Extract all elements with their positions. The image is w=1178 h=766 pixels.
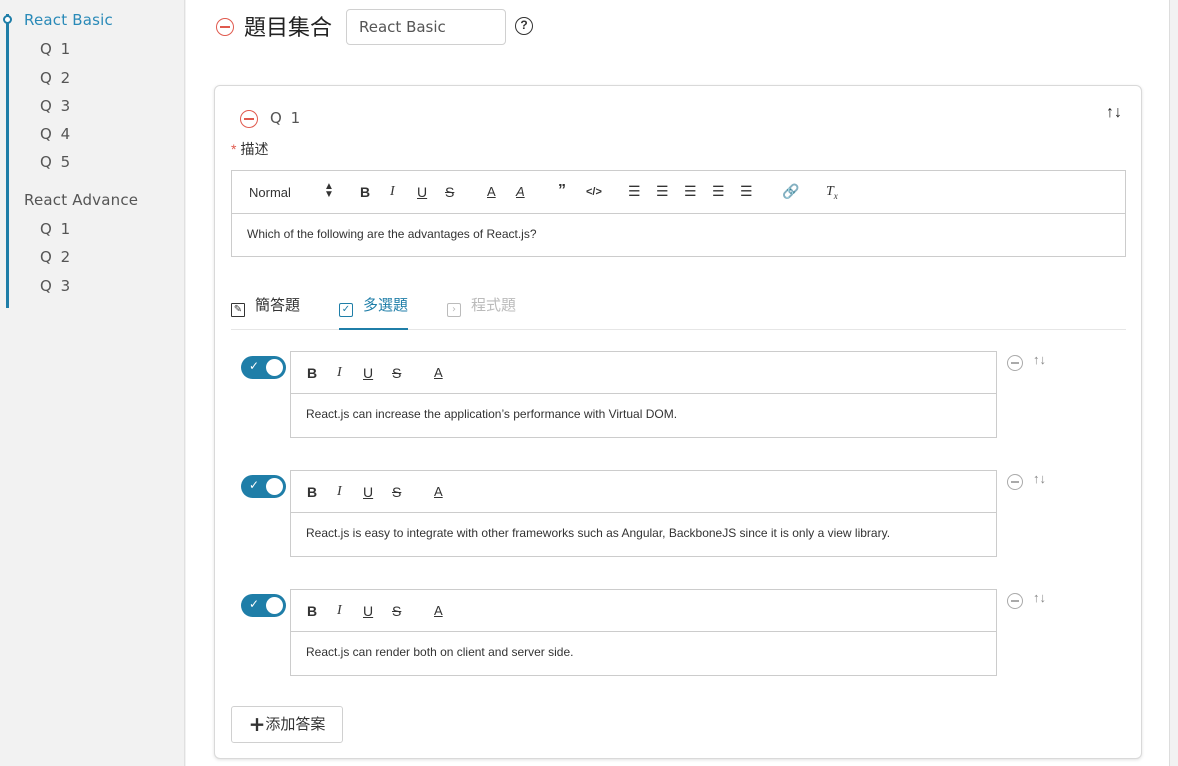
bold-icon[interactable]: B bbox=[307, 603, 317, 619]
edit-icon: ✎ bbox=[231, 303, 245, 317]
bold-icon[interactable]: B bbox=[307, 484, 317, 500]
check-icon: ✓ bbox=[249, 359, 260, 373]
description-label-text: 描述 bbox=[240, 141, 269, 157]
remove-set-icon[interactable] bbox=[216, 18, 234, 36]
ordered-list-icon[interactable]: ☰ bbox=[628, 183, 641, 200]
page-title: 題目集合 bbox=[244, 16, 333, 41]
answer-content[interactable]: React.js can render both on client and s… bbox=[291, 632, 996, 659]
add-answer-button[interactable]: +添加答案 bbox=[231, 706, 343, 743]
sidebar-item-basic-q1[interactable]: Q 1 bbox=[40, 40, 72, 58]
toggle-knob bbox=[266, 478, 283, 495]
sidebar-item-basic-q3[interactable]: Q 3 bbox=[40, 97, 72, 115]
strike-icon[interactable]: S bbox=[392, 603, 401, 619]
text-color-icon[interactable]: A bbox=[434, 484, 443, 499]
tab-label: 簡答題 bbox=[255, 296, 301, 314]
plus-icon: + bbox=[248, 712, 266, 736]
terminal-icon: › bbox=[447, 303, 461, 317]
strike-icon[interactable]: S bbox=[445, 184, 454, 200]
italic-icon[interactable]: I bbox=[390, 184, 395, 200]
answer-editor: B I U S A React.js is easy to integrate … bbox=[290, 470, 997, 557]
sort-icon[interactable]: ↑↓ bbox=[1106, 104, 1122, 122]
question-title: Q 1 bbox=[270, 109, 303, 127]
underline-icon[interactable]: U bbox=[363, 484, 373, 500]
sidebar-set-react-advance[interactable]: React Advance bbox=[24, 191, 138, 209]
description-label: * 描述 bbox=[231, 139, 268, 159]
description-editor: Normal ▲ ▼ B I U S A A ” </> ☰ ☰ ☰ ☰ ☰ 🔗 … bbox=[231, 170, 1126, 257]
answer-editor: B I U S A React.js can render both on cl… bbox=[290, 589, 997, 676]
strike-icon[interactable]: S bbox=[392, 484, 401, 500]
check-icon: ✓ bbox=[249, 478, 260, 492]
editor-toolbar: Normal ▲ ▼ B I U S A A ” </> ☰ ☰ ☰ ☰ ☰ 🔗 … bbox=[232, 171, 1125, 214]
add-answer-label: 添加答案 bbox=[265, 715, 326, 733]
answer-toolbar: B I U S A bbox=[291, 471, 996, 513]
question-card: Q 1 ↑↓ * 描述 Normal ▲ ▼ B I U S A A ” </> ☰… bbox=[214, 85, 1142, 759]
remove-question-icon[interactable] bbox=[240, 110, 258, 128]
sidebar-item-basic-q2[interactable]: Q 2 bbox=[40, 69, 72, 87]
answer-toggle[interactable]: ✓ bbox=[241, 356, 286, 379]
required-mark: * bbox=[231, 141, 237, 157]
sidebar-item-advance-q2[interactable]: Q 2 bbox=[40, 248, 72, 266]
tab-code[interactable]: › 程式題 bbox=[447, 294, 516, 330]
sidebar-item-advance-q3[interactable]: Q 3 bbox=[40, 277, 72, 295]
sort-answer-icon[interactable]: ↑↓ bbox=[1033, 590, 1046, 605]
toggle-knob bbox=[266, 597, 283, 614]
tree-line bbox=[6, 14, 9, 308]
background-color-icon[interactable]: A bbox=[516, 184, 525, 199]
help-icon[interactable]: ? bbox=[515, 17, 533, 35]
link-icon[interactable]: 🔗 bbox=[782, 183, 799, 200]
clear-format-icon[interactable]: Tx bbox=[826, 184, 838, 201]
sidebar-item-advance-q1[interactable]: Q 1 bbox=[40, 220, 72, 238]
align-icon[interactable]: ☰ bbox=[740, 183, 753, 200]
checkbox-icon: ✓ bbox=[339, 303, 353, 317]
answer-toolbar: B I U S A bbox=[291, 590, 996, 632]
question-type-tabs: ✎ 簡答題 ✓ 多選題 › 程式題 bbox=[231, 282, 1126, 330]
code-icon[interactable]: </> bbox=[586, 186, 602, 198]
tab-label: 程式題 bbox=[471, 296, 517, 314]
tree-node-icon bbox=[3, 15, 12, 24]
sidebar-set-react-basic[interactable]: React Basic bbox=[24, 11, 113, 29]
strike-icon[interactable]: S bbox=[392, 365, 401, 381]
text-color-icon[interactable]: A bbox=[487, 184, 496, 199]
answer-content[interactable]: React.js is easy to integrate with other… bbox=[291, 513, 996, 540]
sort-answer-icon[interactable]: ↑↓ bbox=[1033, 352, 1046, 367]
check-icon: ✓ bbox=[249, 597, 260, 611]
indent-icon[interactable]: ☰ bbox=[712, 183, 725, 200]
bold-icon[interactable]: B bbox=[360, 184, 370, 200]
answer-toggle[interactable]: ✓ bbox=[241, 475, 286, 498]
main-panel: 題目集合 React Basic ? Q 1 ↑↓ * 描述 Normal ▲ ▼ … bbox=[186, 0, 1170, 766]
tab-short-answer[interactable]: ✎ 簡答題 bbox=[231, 294, 300, 330]
toggle-knob bbox=[266, 359, 283, 376]
set-name-input[interactable]: React Basic bbox=[346, 9, 506, 45]
remove-answer-icon[interactable] bbox=[1007, 355, 1023, 371]
answer-content[interactable]: React.js can increase the application’s … bbox=[291, 394, 996, 421]
bold-icon[interactable]: B bbox=[307, 365, 317, 381]
remove-answer-icon[interactable] bbox=[1007, 474, 1023, 490]
answer-editor: B I U S A React.js can increase the appl… bbox=[290, 351, 997, 438]
tab-label: 多選題 bbox=[363, 296, 409, 314]
answer-toggle[interactable]: ✓ bbox=[241, 594, 286, 617]
remove-answer-icon[interactable] bbox=[1007, 593, 1023, 609]
underline-icon[interactable]: U bbox=[363, 603, 373, 619]
text-color-icon[interactable]: A bbox=[434, 603, 443, 618]
caret-updown-icon[interactable]: ▲ ▼ bbox=[324, 182, 334, 200]
italic-icon[interactable]: I bbox=[337, 484, 342, 500]
sidebar-item-basic-q4[interactable]: Q 4 bbox=[40, 125, 72, 143]
tab-multiple-choice[interactable]: ✓ 多選題 bbox=[339, 294, 409, 330]
text-color-icon[interactable]: A bbox=[434, 365, 443, 380]
italic-icon[interactable]: I bbox=[337, 365, 342, 381]
bullet-list-icon[interactable]: ☰ bbox=[656, 183, 669, 200]
underline-icon[interactable]: U bbox=[417, 184, 427, 200]
sidebar-item-basic-q5[interactable]: Q 5 bbox=[40, 153, 72, 171]
outdent-icon[interactable]: ☰ bbox=[684, 183, 697, 200]
blockquote-icon[interactable]: ” bbox=[558, 182, 566, 200]
underline-icon[interactable]: U bbox=[363, 365, 373, 381]
sort-answer-icon[interactable]: ↑↓ bbox=[1033, 471, 1046, 486]
italic-icon[interactable]: I bbox=[337, 603, 342, 619]
sidebar: React Basic Q 1 Q 2 Q 3 Q 4 Q 5 React Ad… bbox=[0, 0, 185, 766]
format-select[interactable]: Normal bbox=[249, 185, 291, 200]
description-content[interactable]: Which of the following are the advantage… bbox=[232, 214, 1125, 241]
answer-toolbar: B I U S A bbox=[291, 352, 996, 394]
